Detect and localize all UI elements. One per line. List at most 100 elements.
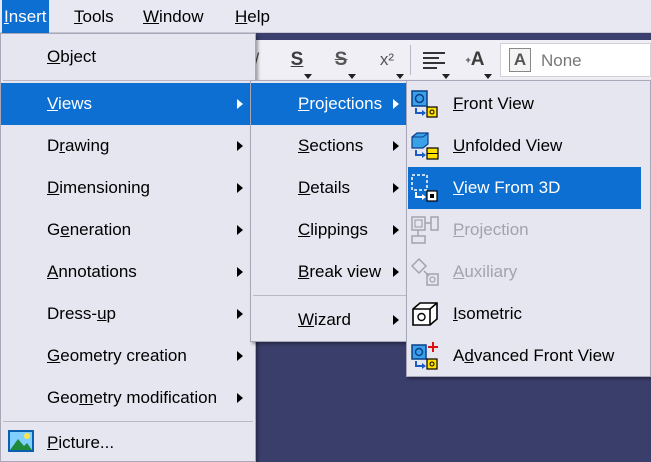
menu-item-object[interactable]: Object (1, 36, 255, 78)
mnemonic-post: sometric (457, 304, 522, 323)
menu-item-dimensioning[interactable]: Dimensioning (1, 167, 255, 209)
advanced-front-view-icon (411, 342, 438, 370)
submenu-arrow-icon (393, 267, 399, 277)
menu-item-details[interactable]: Details (251, 167, 409, 209)
menu-item-clippings-label: Clippings (298, 209, 368, 251)
strikethrough-button[interactable]: S (328, 44, 356, 79)
isometric-icon (412, 302, 438, 326)
menu-item-geometry-modification-label: Geometry modification (47, 377, 217, 419)
menu-item-break-view[interactable]: Break view (251, 251, 409, 293)
menu-item-advanced-front-view[interactable]: Advanced Front View (407, 335, 650, 377)
menu-item-isometric[interactable]: Isometric (407, 293, 650, 335)
menu-item-views[interactable]: Views (1, 83, 255, 125)
submenu-arrow-icon (393, 183, 399, 193)
menu-item-drawing-label: Drawing (47, 125, 109, 167)
view-from-3d-icon (411, 174, 438, 202)
menu-separator (3, 421, 253, 422)
projection-icon (411, 216, 439, 244)
menu-item-unfolded-view-label: Unfolded View (453, 125, 562, 167)
insert-menu: Object Views Drawing Dimensioning Genera… (0, 33, 256, 462)
menu-item-geometry-modification[interactable]: Geometry modification (1, 377, 255, 419)
menu-item-break-view-label: Break view (298, 251, 381, 293)
mnemonic-post: uxiliary (464, 262, 518, 281)
mnemonic-post: p (106, 304, 116, 323)
mnemonic-letter: O (47, 47, 61, 66)
mnemonic-post: bject (60, 47, 97, 66)
menu-insert[interactable]: Insert (2, 0, 49, 33)
menu-item-details-label: Details (298, 167, 350, 209)
menu-item-sections[interactable]: Sections (251, 125, 409, 167)
menu-item-auxiliary[interactable]: Auxiliary (407, 251, 650, 293)
toolbar-separator (410, 45, 411, 75)
menu-item-advanced-front-view-label: Advanced Front View (453, 335, 614, 377)
menu-help[interactable]: Help (233, 0, 272, 33)
mnemonic-post: lippings (310, 220, 368, 239)
underline-button[interactable]: S (284, 44, 312, 79)
submenu-arrow-icon (393, 99, 399, 109)
mnemonic-letter: D (47, 178, 60, 197)
menu-item-sections-label: Sections (298, 125, 363, 167)
submenu-arrow-icon (237, 99, 243, 109)
menu-window[interactable]: Window (141, 0, 205, 33)
menu-item-geometry-creation-label: Geometry creation (47, 335, 187, 377)
menu-item-projections[interactable]: Projections (251, 83, 409, 125)
mnemonic-letter: A (47, 262, 59, 281)
menu-item-projection[interactable]: Projection (407, 209, 650, 251)
menu-item-dimensioning-label: Dimensioning (47, 167, 150, 209)
menu-tools[interactable]: Tools (72, 0, 116, 33)
menu-insert-label: nsert (8, 7, 47, 26)
text-size-label: A (470, 49, 485, 70)
mnemonic-letter: P (47, 433, 59, 452)
mnemonic-letter: W (298, 310, 315, 329)
mnemonic-letter: V (47, 94, 59, 113)
menu-window-mnemonic: W (143, 7, 160, 26)
menu-item-picture-label: Picture... (47, 423, 114, 462)
menu-item-clippings[interactable]: Clippings (251, 209, 409, 251)
superscript-button[interactable]: x² (372, 44, 404, 79)
menu-item-unfolded-view[interactable]: Unfolded View (407, 125, 650, 167)
menu-item-view-from-3d[interactable]: View From 3D (408, 167, 641, 209)
menu-item-dress-up[interactable]: Dress-up (1, 293, 255, 335)
menu-item-wizard[interactable]: Wizard (251, 299, 409, 341)
mnemonic-post: rojection (464, 220, 529, 239)
menu-help-label: elp (247, 7, 270, 26)
submenu-arrow-icon (393, 141, 399, 151)
mnemonic-post: awing (64, 136, 110, 155)
menu-window-label: indow (159, 7, 204, 26)
superscript-label: x² (379, 50, 395, 69)
mnemonic-post: izard (314, 310, 351, 329)
menu-item-generation[interactable]: Generation (1, 209, 255, 251)
strikethrough-label: S (334, 49, 348, 70)
submenu-arrow-icon (237, 351, 243, 361)
views-submenu: Projections Sections Details Clippings B… (250, 80, 410, 342)
mnemonic-post: eometry creation (60, 346, 187, 365)
menu-separator (253, 295, 407, 296)
mnemonic-letter: U (453, 136, 466, 155)
font-combo[interactable]: A None (500, 43, 651, 77)
menu-item-view-from-3d-label: View From 3D (453, 167, 560, 209)
menu-item-geometry-creation[interactable]: Geometry creation (1, 335, 255, 377)
mnemonic-post: nnotations (58, 262, 137, 281)
mnemonic-post: icture... (58, 433, 115, 452)
menu-item-picture[interactable]: Picture... (1, 423, 255, 461)
submenu-arrow-icon (393, 315, 399, 325)
mnemonic-letter: S (298, 136, 310, 155)
mnemonic-letter: P (453, 220, 465, 239)
submenu-arrow-icon (237, 309, 243, 319)
mnemonic-pre: G (47, 220, 61, 239)
mnemonic-post: ront View (463, 94, 534, 113)
menu-item-front-view[interactable]: Front View (407, 83, 650, 125)
auxiliary-icon (411, 258, 439, 286)
text-size-button[interactable]: +A (460, 44, 492, 79)
mnemonic-letter: C (298, 220, 311, 239)
menu-item-generation-label: Generation (47, 209, 131, 251)
mnemonic-post: imensioning (59, 178, 151, 197)
menu-item-dress-up-label: Dress-up (47, 293, 116, 335)
mnemonic-post: iews (58, 94, 93, 113)
menu-item-projection-label: Projection (453, 209, 529, 251)
align-button[interactable] (420, 44, 450, 79)
mnemonic-letter: P (298, 94, 310, 113)
menu-help-mnemonic: H (235, 7, 248, 26)
menu-item-annotations[interactable]: Annotations (1, 251, 255, 293)
menu-item-drawing[interactable]: Drawing (1, 125, 255, 167)
